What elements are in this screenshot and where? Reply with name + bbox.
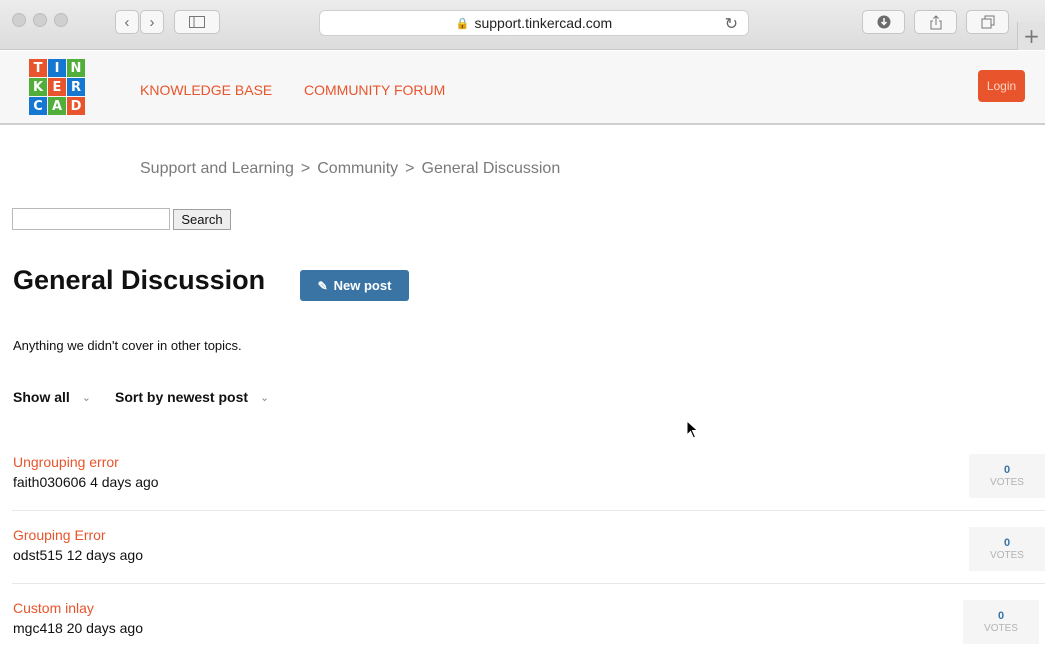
breadcrumb-general-discussion[interactable]: General Discussion — [422, 160, 561, 177]
address-bar[interactable]: 🔒 support.tinkercad.com ↻ — [319, 10, 749, 36]
minimize-window-button[interactable] — [33, 13, 47, 27]
post-row: Custom inlay mgc418 20 days ago 0 VOTES — [0, 600, 1045, 650]
download-icon — [877, 15, 890, 29]
post-title-link[interactable]: Grouping Error — [13, 527, 106, 543]
logo-letter-tile: A — [48, 97, 66, 115]
vote-label: VOTES — [990, 550, 1024, 561]
vote-box[interactable]: 0 VOTES — [963, 600, 1039, 644]
tinkercad-logo[interactable]: TIN KER CAD — [29, 59, 86, 115]
post-row: Grouping Error odst515 12 days ago 0 VOT… — [0, 527, 1045, 599]
search-button[interactable]: Search — [173, 209, 231, 230]
nav-community-forum[interactable]: COMMUNITY FORUM — [304, 82, 445, 98]
chevron-down-icon: ⌄ — [81, 391, 92, 404]
url-text: support.tinkercad.com — [474, 15, 613, 31]
post-row: Ungrouping error faith030606 4 days ago … — [0, 454, 1045, 526]
zoom-window-button[interactable] — [54, 13, 68, 27]
chevron-down-icon: ⌄ — [260, 391, 270, 404]
logo-letter-tile: I — [48, 59, 66, 77]
show-filter-label: Show all — [13, 389, 70, 405]
chevron-right-icon: › — [149, 13, 155, 31]
breadcrumb-separator: > — [405, 160, 415, 177]
plus-icon: + — [1023, 24, 1040, 48]
browser-toolbar: ‹ › 🔒 support.tinkercad.com ↻ + — [0, 0, 1045, 50]
row-divider — [12, 583, 1045, 584]
sort-dropdown[interactable]: Sort by newest post ⌄ — [115, 389, 269, 405]
logo-letter-tile: C — [29, 97, 47, 115]
reload-icon[interactable]: ↻ — [725, 14, 738, 34]
share-button[interactable] — [914, 10, 957, 34]
new-post-button[interactable]: ✎ New post — [300, 270, 409, 301]
vote-count: 0 — [997, 610, 1005, 622]
post-meta: faith030606 4 days ago — [13, 474, 159, 490]
post-title-link[interactable]: Custom inlay — [13, 600, 94, 616]
forward-button[interactable]: › — [140, 10, 164, 34]
vote-label: VOTES — [984, 623, 1018, 634]
new-tab-button[interactable]: + — [1017, 22, 1045, 50]
vote-count: 0 — [1003, 464, 1011, 476]
row-divider — [12, 510, 1045, 511]
tabs-button[interactable] — [966, 10, 1009, 34]
login-button[interactable]: Login — [978, 70, 1025, 102]
lock-icon: 🔒 — [455, 17, 470, 30]
mouse-cursor-icon — [686, 420, 699, 439]
breadcrumb-community[interactable]: Community — [317, 160, 398, 177]
post-meta: odst515 12 days ago — [13, 547, 143, 563]
search-input[interactable] — [12, 208, 170, 230]
post-meta: mgc418 20 days ago — [13, 620, 143, 636]
logo-letter-tile: E — [48, 78, 66, 96]
tabs-icon — [981, 15, 994, 29]
nav-knowledge-base[interactable]: KNOWLEDGE BASE — [140, 82, 272, 98]
breadcrumb-separator: > — [300, 160, 311, 177]
close-window-button[interactable] — [12, 13, 26, 27]
site-header: TIN KER CAD KNOWLEDGE BASE COMMUNITY FORUM… — [0, 51, 1045, 125]
logo-letter-tile: N — [67, 59, 85, 77]
pencil-icon: ✎ — [317, 278, 328, 293]
chevron-left-icon: ‹ — [124, 13, 130, 31]
new-post-label: New post — [333, 278, 392, 293]
page-title: General Discussion — [13, 265, 266, 295]
vote-count: 0 — [1003, 537, 1011, 549]
back-button[interactable]: ‹ — [115, 10, 139, 34]
show-filter-dropdown[interactable]: Show all ⌄ — [13, 389, 91, 405]
sort-label: Sort by newest post — [115, 389, 249, 405]
logo-letter-tile: K — [29, 78, 47, 96]
share-icon — [930, 14, 941, 29]
breadcrumb: Support and Learning > Community > General D… — [140, 160, 560, 178]
downloads-button[interactable] — [862, 10, 905, 34]
topic-description: Anything we didn't cover in other topics… — [13, 338, 242, 353]
sidebar-button[interactable] — [174, 10, 220, 34]
post-title-link[interactable]: Ungrouping error — [13, 454, 119, 470]
logo-letter-tile: D — [67, 97, 85, 115]
logo-letter-tile: R — [67, 78, 85, 96]
breadcrumb-support-and-learning[interactable]: Support and Learning — [140, 160, 294, 177]
logo-letter-tile: T — [29, 59, 47, 77]
vote-box[interactable]: 0 VOTES — [969, 527, 1045, 571]
sidebar-icon — [189, 16, 205, 28]
vote-box[interactable]: 0 VOTES — [969, 454, 1045, 498]
vote-label: VOTES — [990, 477, 1024, 488]
